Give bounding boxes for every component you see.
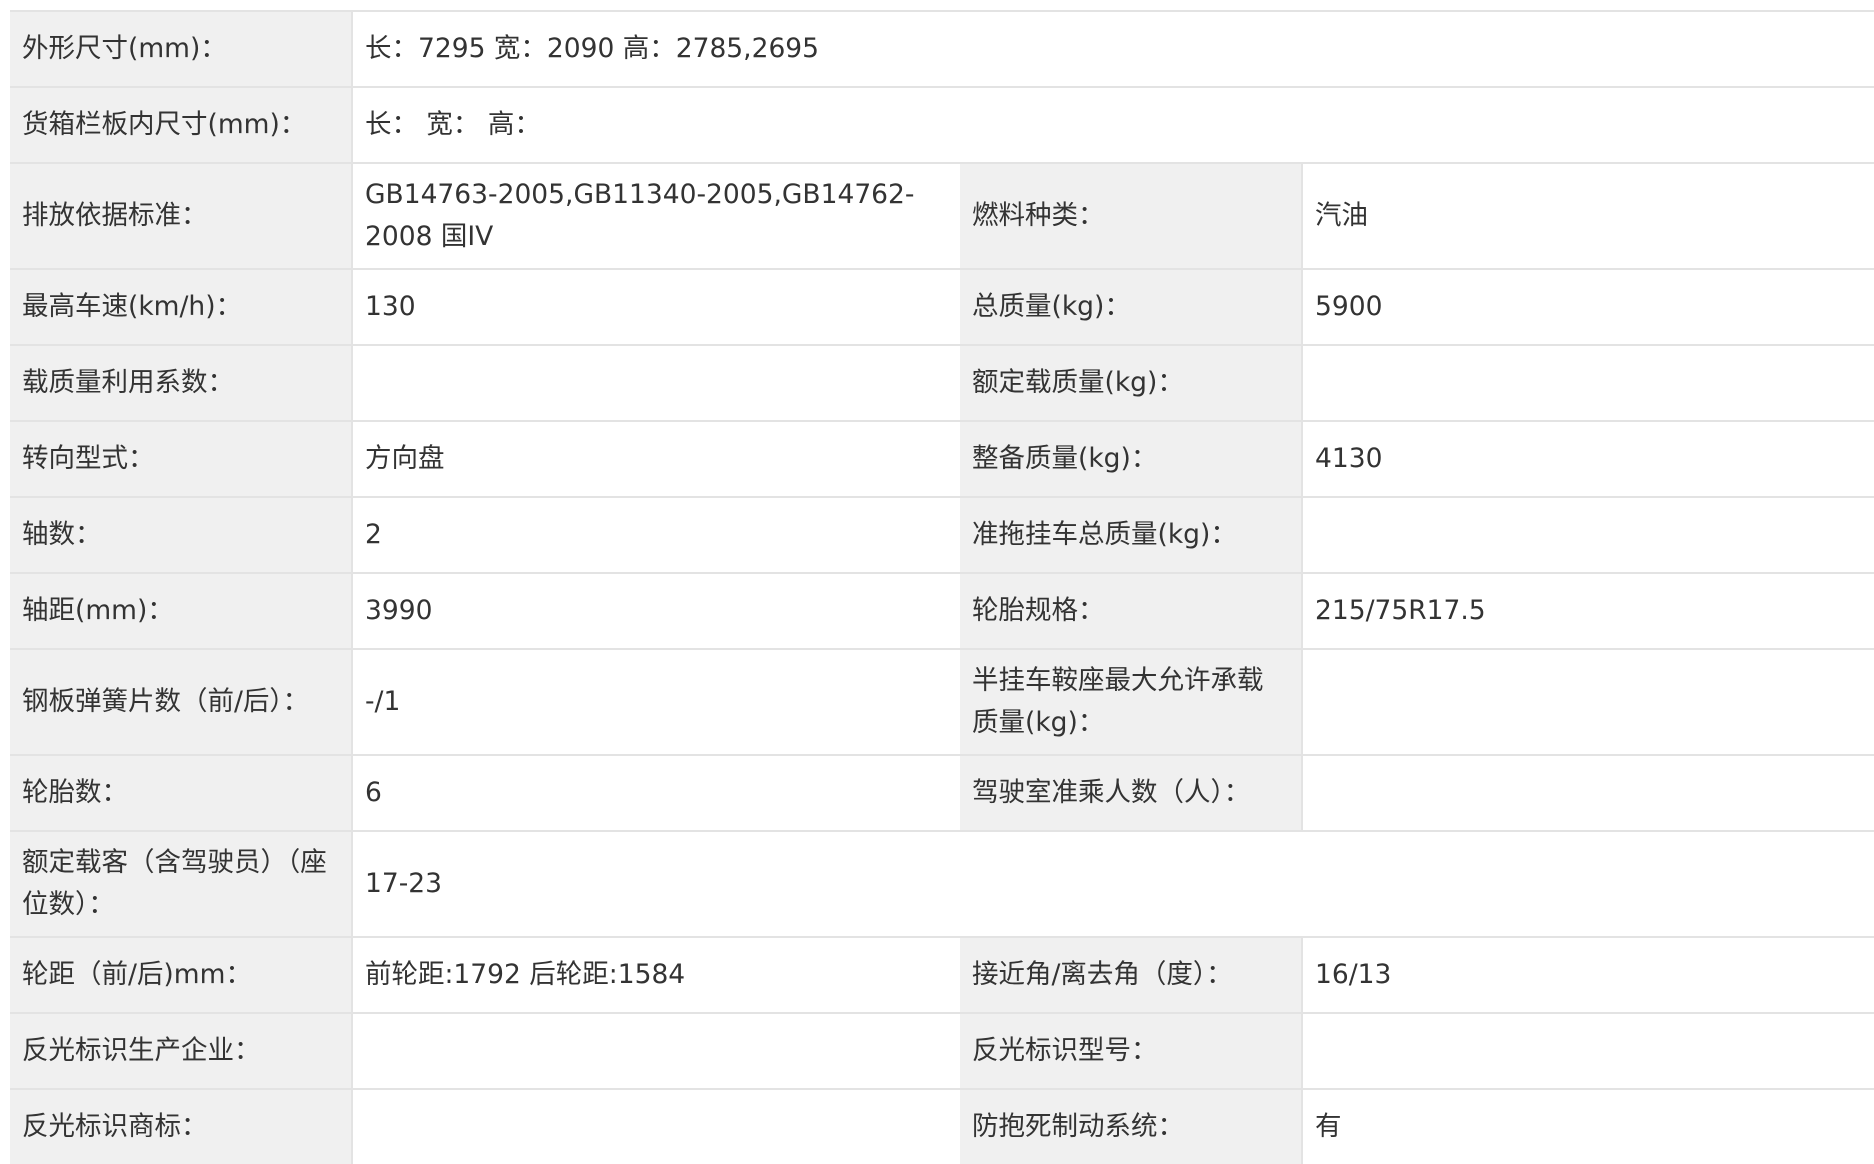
spec-value-rated-load (1303, 344, 1874, 420)
spec-label-axle-count: 轴数： (10, 496, 353, 572)
spec-label-curb-mass: 整备质量(kg)： (960, 420, 1303, 496)
spec-label-rated-passengers: 额定载客（含驾驶员）（座位数）： (10, 830, 353, 936)
spec-label-approach-departure-angle: 接近角/离去角（度）： (960, 936, 1303, 1012)
spec-label-tire-count: 轮胎数： (10, 754, 353, 830)
spec-value-load-utilization (353, 344, 960, 420)
spec-value-wheelbase: 3990 (353, 572, 960, 648)
spec-value-track-width: 前轮距:1792 后轮距:1584 (353, 936, 960, 1012)
spec-value-reflector-brand (353, 1088, 960, 1164)
spec-value-reflector-maker (353, 1012, 960, 1088)
spec-label-wheelbase: 轴距(mm)： (10, 572, 353, 648)
spec-value-max-speed: 130 (353, 268, 960, 344)
spec-label-reflector-maker: 反光标识生产企业： (10, 1012, 353, 1088)
spec-label-gross-mass: 总质量(kg)： (960, 268, 1303, 344)
spec-label-abs-system: 防抱死制动系统： (960, 1088, 1303, 1164)
spec-label-track-width: 轮距（前/后)mm： (10, 936, 353, 1012)
spec-value-approach-departure-angle: 16/13 (1303, 936, 1874, 1012)
spec-value-cargo-box-dimensions: 长： 宽： 高： (353, 86, 1874, 162)
spec-label-trailer-mass: 准拖挂车总质量(kg)： (960, 496, 1303, 572)
spec-label-dimensions: 外形尺寸(mm)： (10, 10, 353, 86)
spec-value-curb-mass: 4130 (1303, 420, 1874, 496)
spec-label-load-utilization: 载质量利用系数： (10, 344, 353, 420)
spec-value-abs-system: 有 (1303, 1088, 1874, 1164)
spec-value-rated-passengers: 17-23 (353, 830, 1874, 936)
spec-value-emission-standard: GB14763-2005,GB11340-2005,GB14762-2008 国… (353, 162, 960, 268)
spec-label-reflector-model: 反光标识型号： (960, 1012, 1303, 1088)
spec-label-max-speed: 最高车速(km/h)： (10, 268, 353, 344)
spec-value-axle-count: 2 (353, 496, 960, 572)
spec-value-leaf-springs: -/1 (353, 648, 960, 754)
spec-label-fuel-type: 燃料种类： (960, 162, 1303, 268)
spec-value-gross-mass: 5900 (1303, 268, 1874, 344)
spec-label-saddle-load: 半挂车鞍座最大允许承载质量(kg)： (960, 648, 1303, 754)
spec-label-leaf-springs: 钢板弹簧片数（前/后）： (10, 648, 353, 754)
spec-value-tire-count: 6 (353, 754, 960, 830)
spec-value-trailer-mass (1303, 496, 1874, 572)
spec-value-reflector-model (1303, 1012, 1874, 1088)
spec-value-saddle-load (1303, 648, 1874, 754)
spec-label-reflector-brand: 反光标识商标： (10, 1088, 353, 1164)
spec-value-fuel-type: 汽油 (1303, 162, 1874, 268)
spec-value-tire-spec: 215/75R17.5 (1303, 572, 1874, 648)
spec-label-cargo-box-dimensions: 货箱栏板内尺寸(mm)： (10, 86, 353, 162)
spec-value-dimensions: 长：7295 宽：2090 高：2785,2695 (353, 10, 1874, 86)
spec-value-cab-capacity (1303, 754, 1874, 830)
spec-label-tire-spec: 轮胎规格： (960, 572, 1303, 648)
spec-label-emission-standard: 排放依据标准： (10, 162, 353, 268)
spec-label-cab-capacity: 驾驶室准乘人数（人）： (960, 754, 1303, 830)
spec-label-rated-load: 额定载质量(kg)： (960, 344, 1303, 420)
spec-value-steering-type: 方向盘 (353, 420, 960, 496)
spec-label-steering-type: 转向型式： (10, 420, 353, 496)
vehicle-spec-table: 外形尺寸(mm)： 长：7295 宽：2090 高：2785,2695 货箱栏板… (10, 10, 1874, 1164)
